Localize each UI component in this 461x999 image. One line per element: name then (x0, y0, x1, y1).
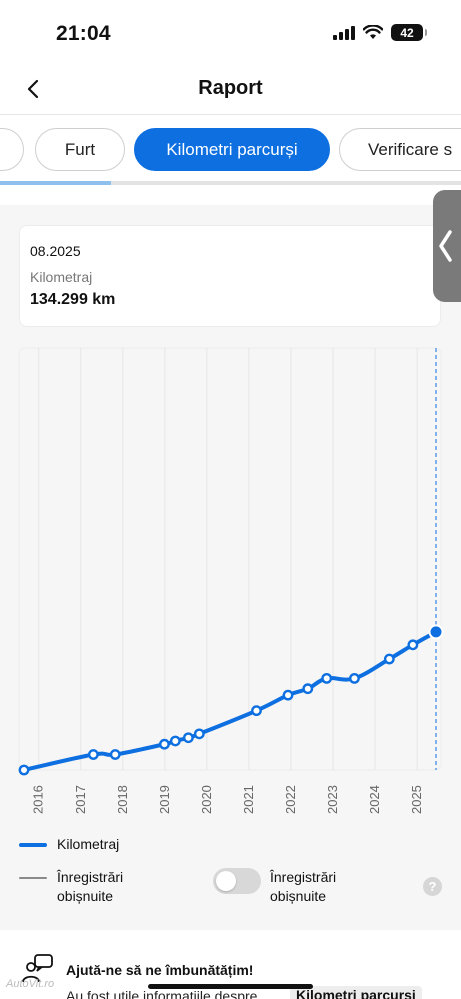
nav-divider (0, 114, 461, 115)
legend-series-label: Kilometraj (57, 836, 120, 852)
chart-point (383, 653, 395, 665)
chart-point (87, 749, 99, 760)
chart-x-tick-label: 2020 (199, 785, 214, 814)
chart-plot-area (18, 347, 442, 771)
chart-point (282, 689, 294, 701)
tab-previous[interactable] (0, 128, 24, 171)
regular-records-toggle[interactable] (213, 868, 261, 894)
chart-x-tick-label: 2017 (73, 785, 88, 814)
signal-icon (333, 25, 355, 40)
chart-point (407, 639, 419, 651)
toggle-label-line2: obișnuite (270, 888, 327, 904)
chart-point (193, 728, 205, 740)
feedback-question: Au fost utile informațiile despre (66, 988, 258, 999)
chart-x-tick-label: 2023 (325, 785, 340, 814)
watermark: AutoVit.ro (6, 978, 55, 990)
legend-kilometraj: Kilometraj (19, 836, 119, 852)
home-indicator (148, 984, 313, 989)
mileage-chart: 2016 2017 2018 2019 2020 2021 2022 2023 2024 2025 (18, 347, 444, 814)
chart-x-tick-label: 2016 (31, 785, 46, 814)
chart-point (169, 735, 181, 747)
status-time: 21:04 (56, 22, 111, 45)
chart-point (321, 672, 333, 684)
tab-scroll-indicator (0, 181, 461, 185)
tab-kilometri-parcursi[interactable]: Kilometri parcurși (134, 128, 330, 171)
chart-point-selected (428, 624, 444, 640)
chart-point (109, 749, 121, 760)
tab-scroll-indicator-fill (0, 181, 111, 185)
legend-regular-records: Înregistrări obișnuite (19, 868, 123, 906)
legend-regular-label-line1: Înregistrări (57, 869, 124, 885)
chart-point (251, 705, 262, 717)
mileage-value: 134.299 km (30, 291, 116, 308)
status-bar: 21:04 42 (0, 0, 461, 64)
legend-regular-swatch (19, 877, 47, 879)
tab-verificare[interactable]: Verificare s (339, 128, 461, 171)
chart-x-tick-label: 2018 (115, 785, 130, 814)
wifi-icon (363, 25, 383, 39)
help-icon[interactable]: ? (423, 877, 442, 896)
chart-x-tick-label: 2024 (367, 785, 382, 814)
battery-icon: 42 (391, 24, 427, 41)
toggle-label: Înregistrări obișnuite (270, 868, 336, 906)
chart-point (349, 672, 360, 684)
chart-x-tick-label: 2022 (283, 785, 298, 814)
mileage-info-card: 08.2025 Kilometraj 134.299 km (19, 225, 441, 327)
tab-bar: Furt Kilometri parcurși Verificare s (0, 128, 461, 172)
chart-point (18, 764, 30, 776)
status-icons: 42 (333, 24, 427, 41)
chart-point (159, 738, 170, 750)
legend-regular-label-line2: obișnuite (57, 888, 114, 904)
nav-bar: Raport (0, 64, 461, 114)
mileage-label: Kilometraj (30, 269, 93, 285)
legend-series-swatch (19, 843, 47, 847)
chart-point (302, 683, 314, 695)
toggle-label-line1: Înregistrări (270, 869, 337, 885)
chart-x-tick-label: 2025 (409, 785, 424, 814)
chart-point (182, 732, 194, 744)
legend-regular-label: Înregistrări obișnuite (57, 868, 123, 906)
chevron-left-icon (439, 230, 452, 262)
chart-x-tick-label: 2021 (241, 785, 256, 814)
side-panel-handle[interactable] (433, 190, 461, 302)
chart-x-tick-label: 2019 (157, 785, 172, 814)
feedback-title: Ajută-ne să ne îmbunătățim! (66, 962, 254, 978)
toggle-knob (216, 871, 236, 891)
page-title: Raport (198, 77, 263, 99)
record-date: 08.2025 (30, 243, 81, 259)
tab-furt[interactable]: Furt (35, 128, 125, 171)
